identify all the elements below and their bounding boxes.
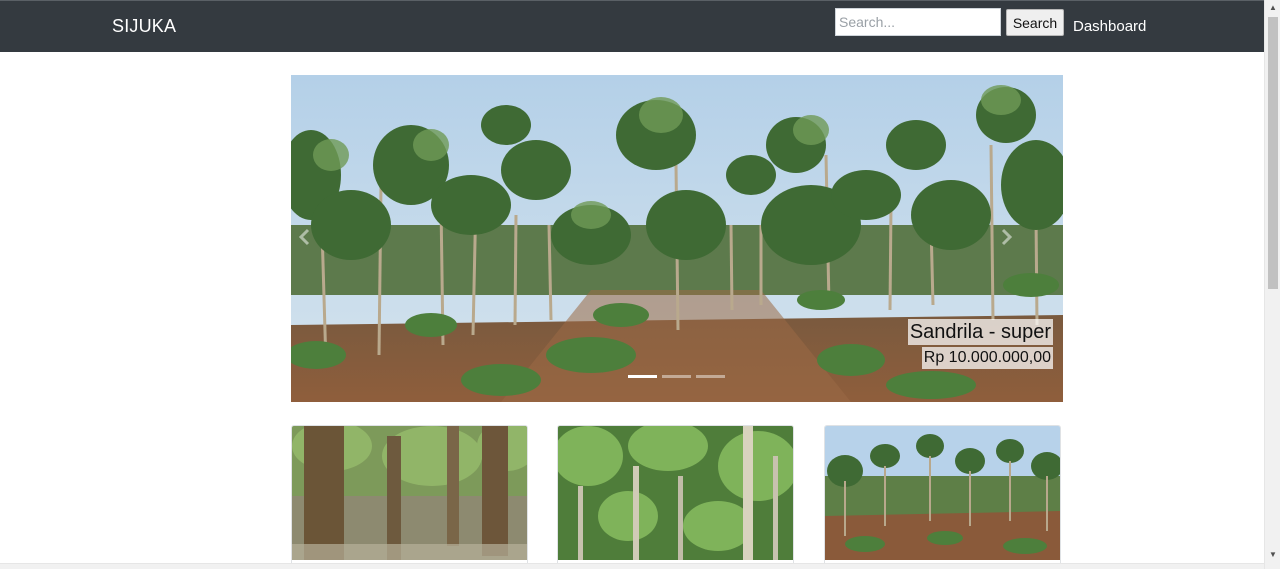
product-carousel[interactable]: Sandrila - super Rp 10.000.000,00 — [291, 75, 1063, 402]
carousel-prev-control[interactable] — [295, 223, 315, 251]
chevron-left-icon — [298, 228, 310, 246]
product-card-image — [292, 426, 527, 560]
navbar: SIJUKA Search Dashboard — [0, 0, 1264, 52]
brand-link[interactable]: SIJUKA — [112, 16, 176, 37]
dashboard-link[interactable]: Dashboard — [1073, 18, 1146, 35]
product-card[interactable] — [557, 425, 794, 569]
product-card-image — [825, 426, 1060, 560]
horizontal-scrollbar[interactable] — [0, 563, 1264, 569]
page: SIJUKA Search Dashboard — [0, 0, 1264, 569]
product-card-image — [558, 426, 793, 560]
search-input[interactable] — [835, 8, 1001, 36]
vertical-scrollbar[interactable]: ▲ ▼ — [1264, 0, 1280, 569]
carousel-indicator-1[interactable] — [628, 375, 657, 378]
scroll-up-arrow-icon[interactable]: ▲ — [1265, 0, 1280, 16]
product-card[interactable] — [291, 425, 528, 569]
caption-title: Sandrila - super — [907, 319, 1053, 345]
caption-price: Rp 10.000.000,00 — [921, 347, 1053, 369]
carousel-indicator-2[interactable] — [662, 375, 691, 378]
scroll-thumb[interactable] — [1268, 17, 1278, 289]
chevron-right-icon — [1001, 228, 1013, 246]
search-button[interactable]: Search — [1006, 9, 1064, 36]
product-card[interactable] — [824, 425, 1061, 569]
scroll-down-arrow-icon[interactable]: ▼ — [1265, 547, 1280, 563]
carousel-indicator-3[interactable] — [696, 375, 725, 378]
carousel-caption: Sandrila - super Rp 10.000.000,00 — [907, 319, 1053, 369]
carousel-next-control[interactable] — [996, 223, 1016, 251]
